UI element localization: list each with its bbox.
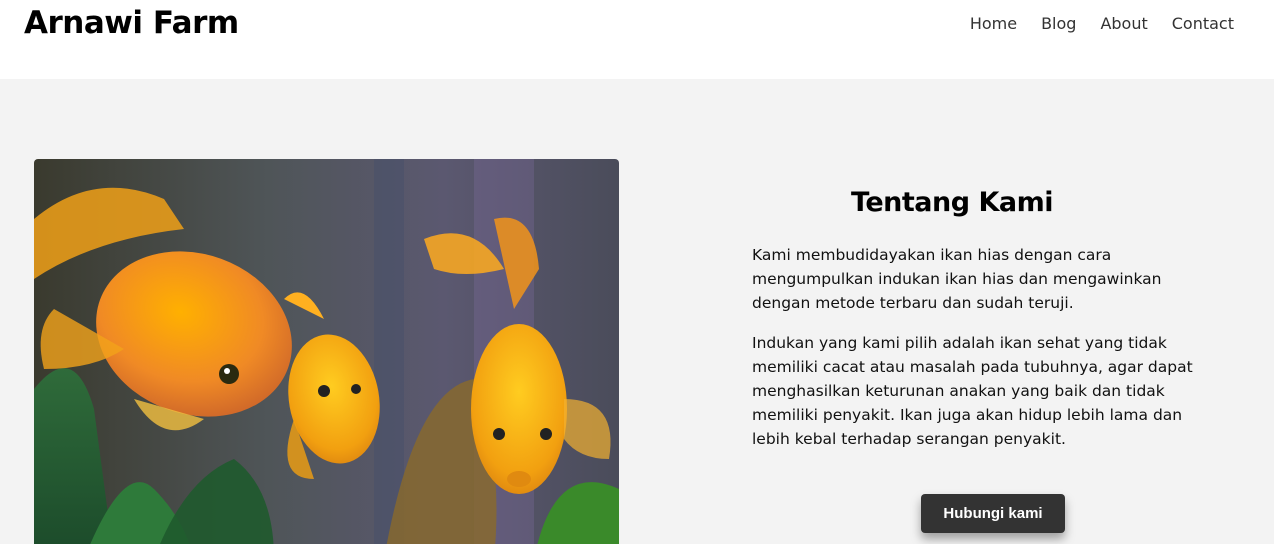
nav-contact[interactable]: Contact bbox=[1172, 13, 1234, 35]
about-section: Tentang Kami Kami membudidayakan ikan hi… bbox=[752, 187, 1232, 451]
about-paragraph-1: Kami membudidayakan ikan hias dengan car… bbox=[752, 246, 1162, 312]
goldfish-image bbox=[34, 159, 619, 544]
about-paragraph-2: Indukan yang kami pilih adalah ikan seha… bbox=[752, 334, 1193, 448]
contact-us-button[interactable]: Hubungi kami bbox=[921, 494, 1065, 533]
nav-about[interactable]: About bbox=[1100, 13, 1147, 35]
site-logo[interactable]: Arnawi Farm bbox=[24, 5, 239, 41]
nav-home[interactable]: Home bbox=[970, 13, 1017, 35]
site-header: Arnawi Farm Home Blog About Contact bbox=[0, 0, 1274, 79]
about-title: Tentang Kami bbox=[851, 187, 1053, 218]
main-nav: Home Blog About Contact bbox=[970, 13, 1234, 35]
nav-blog[interactable]: Blog bbox=[1041, 13, 1076, 35]
